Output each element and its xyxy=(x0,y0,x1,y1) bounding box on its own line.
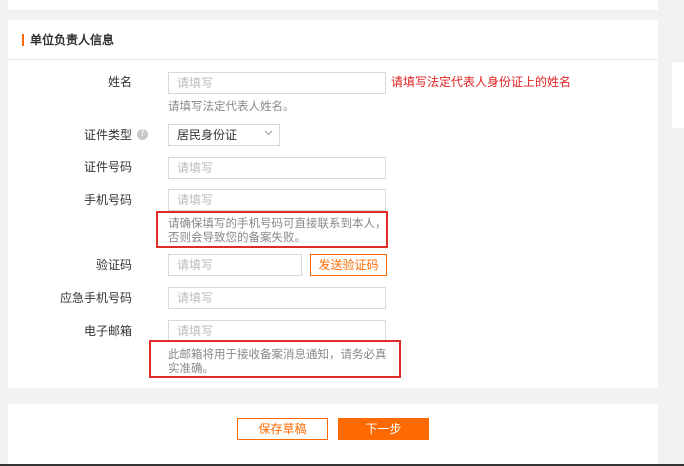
send-code-button[interactable]: 发送验证码 xyxy=(310,254,387,276)
highlight-box xyxy=(156,211,388,248)
id-type-select[interactable]: 居民身份证 xyxy=(168,124,280,146)
section-accent-bar xyxy=(22,34,24,46)
phone-label: 手机号码 xyxy=(83,193,132,207)
id-type-label: 证件类型 xyxy=(83,128,132,142)
emergency-phone-label: 应急手机号码 xyxy=(59,291,132,305)
save-draft-button[interactable]: 保存草稿 xyxy=(237,418,328,440)
verify-code-label: 验证码 xyxy=(95,258,132,272)
email-label: 电子邮箱 xyxy=(83,324,132,338)
section-header: 单位负责人信息 xyxy=(8,20,658,60)
emergency-phone-input[interactable] xyxy=(168,287,386,309)
id-number-label: 证件号码 xyxy=(83,160,132,174)
name-label: 姓名 xyxy=(107,75,132,89)
footer-actions: 保存草稿 下一步 xyxy=(8,404,658,466)
previous-section-card xyxy=(8,0,658,10)
email-input[interactable] xyxy=(168,320,386,342)
side-panel xyxy=(672,62,684,128)
chevron-down-icon xyxy=(264,128,273,137)
question-circle-icon[interactable]: ? xyxy=(137,129,148,140)
id-number-input[interactable] xyxy=(168,157,386,179)
name-input[interactable] xyxy=(168,72,386,94)
phone-input[interactable] xyxy=(168,189,386,211)
section-title: 单位负责人信息 xyxy=(30,33,115,47)
id-type-select-value: 居民身份证 xyxy=(177,128,238,142)
highlight-box xyxy=(149,340,401,378)
next-step-button[interactable]: 下一步 xyxy=(338,418,429,440)
name-hint: 请填写法定代表人姓名。 xyxy=(168,99,295,113)
name-error-message: 请填写法定代表人身份证上的姓名 xyxy=(391,75,572,89)
verify-code-input[interactable] xyxy=(168,254,302,276)
